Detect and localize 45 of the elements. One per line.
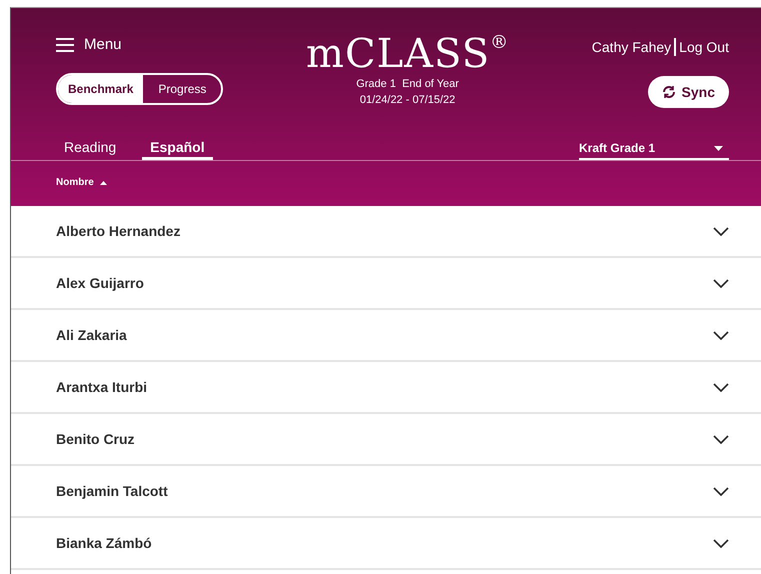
sync-icon bbox=[662, 85, 676, 99]
sort-column-header[interactable]: Nombre bbox=[56, 177, 107, 188]
menu-icon bbox=[56, 38, 74, 52]
user-name: Cathy Fahey bbox=[592, 39, 672, 55]
sync-button[interactable]: Sync bbox=[648, 76, 729, 108]
menu-button[interactable]: Menu bbox=[56, 32, 122, 57]
student-row[interactable]: Arantxa Iturbi bbox=[11, 362, 761, 414]
chevron-icon bbox=[713, 382, 729, 392]
chevron-icon bbox=[713, 330, 729, 340]
dropdown-icon bbox=[714, 146, 723, 150]
student-name: Alberto Hernandez bbox=[56, 223, 180, 239]
class-select[interactable]: Kraft Grade 1 bbox=[579, 139, 729, 160]
expand-button[interactable] bbox=[713, 486, 729, 496]
student-name: Alex Guijarro bbox=[56, 275, 144, 291]
date-range: 01/24/22 - 07/15/22 bbox=[360, 93, 456, 108]
student-row[interactable]: Alberto Hernandez bbox=[11, 206, 761, 258]
student-name: Arantxa Iturbi bbox=[56, 379, 148, 395]
expand-button[interactable] bbox=[713, 226, 729, 236]
expand-button[interactable] bbox=[713, 330, 729, 340]
logout-link[interactable]: Log Out bbox=[679, 39, 729, 55]
sort-up-icon bbox=[100, 180, 107, 184]
assessment-period: Grade 1 End of Year bbox=[356, 77, 459, 92]
expand-button[interactable] bbox=[713, 382, 729, 392]
student-row[interactable]: Ali Zakaria bbox=[11, 310, 761, 362]
chevron-icon bbox=[713, 486, 729, 496]
student-name: Benjamin Talcott bbox=[56, 483, 168, 499]
student-row[interactable]: Bianka Zámbó bbox=[11, 518, 761, 570]
student-name: Benito Cruz bbox=[56, 431, 135, 447]
chevron-icon bbox=[713, 226, 729, 236]
student-row[interactable]: Alex Guijarro bbox=[11, 258, 761, 310]
mode-button[interactable]: Progress bbox=[143, 75, 222, 103]
expand-button[interactable] bbox=[713, 434, 729, 444]
student-row[interactable]: Benito Cruz bbox=[11, 414, 761, 466]
chevron-icon bbox=[713, 434, 729, 444]
subject-tab[interactable]: Español bbox=[142, 137, 213, 160]
subject-tab[interactable]: Reading bbox=[56, 137, 124, 160]
mode-button[interactable]: Benchmark bbox=[58, 75, 144, 103]
expand-button[interactable] bbox=[713, 538, 729, 548]
student-name: Ali Zakaria bbox=[56, 327, 127, 343]
expand-button[interactable] bbox=[713, 278, 729, 288]
student-name: Bianka Zámbó bbox=[56, 535, 152, 551]
chevron-icon bbox=[713, 278, 729, 288]
student-row[interactable]: Benjamin Talcott bbox=[11, 466, 761, 518]
chevron-icon bbox=[713, 538, 729, 548]
logo: mCLASS$^{®}$ bbox=[306, 32, 510, 76]
